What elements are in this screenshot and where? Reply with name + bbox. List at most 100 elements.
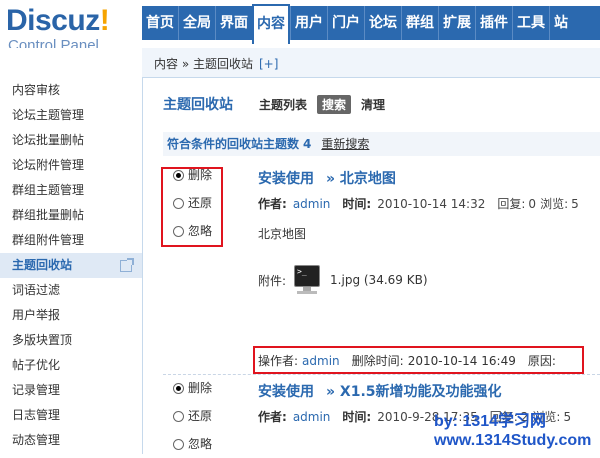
sidebar-item-threads[interactable]: 论坛主题管理 [0, 103, 142, 128]
sidebar-item-label: 内容审核 [12, 83, 61, 97]
sidebar-item-label: 主题回收站 [12, 258, 73, 272]
author-link[interactable]: admin [293, 410, 331, 424]
post-subject-link[interactable]: » X1.5新增功能及功能强化 [326, 384, 502, 400]
radio-dot [173, 438, 184, 450]
radio-label: 还原 [188, 196, 213, 210]
time-label: 时间: [342, 197, 372, 211]
view-label: 浏览: [540, 197, 569, 211]
nav-portal[interactable]: 门户 [327, 6, 364, 40]
reply-count: 0 [528, 197, 537, 211]
sidebar-item-optimize[interactable]: 帖子优化 [0, 353, 142, 378]
breadcrumb-bar: 内容 » 主题回收站 [+] [142, 48, 600, 78]
author-label: 作者: [258, 410, 287, 424]
operator-link[interactable]: admin [302, 354, 340, 368]
add-shortcut-button[interactable]: [+] [259, 57, 278, 71]
nav-tools[interactable]: 工具 [512, 6, 549, 40]
page-title: 主题回收站 [163, 97, 233, 113]
result-count-bar: 符合条件的回收站主题数 4 重新搜索 [163, 132, 600, 156]
sidebar-item-group-attach[interactable]: 群组附件管理 [0, 228, 142, 253]
author-link[interactable]: admin [293, 197, 331, 211]
sidebar-item-label: 论坛主题管理 [12, 108, 85, 122]
nav-plugin[interactable]: 插件 [475, 6, 512, 40]
radio-restore[interactable]: 还原 [173, 402, 212, 430]
nav-user[interactable]: 用户 [290, 6, 327, 40]
post-meta: 作者: admin 时间: 2010-10-14 14:32 回复: 0 浏览: 5 [258, 195, 579, 212]
post-title: 安装使用 » X1.5新增功能及功能强化 [258, 381, 502, 401]
nav-style[interactable]: 界面 [215, 6, 252, 40]
sidebar-item-label: 动态管理 [12, 433, 61, 447]
sidebar-item-group-threads[interactable]: 群组主题管理 [0, 178, 142, 203]
attachment-file[interactable]: 1.jpg (34.69 KB) [330, 273, 427, 287]
nav-content[interactable]: 内容 [252, 4, 290, 44]
attachment: 附件: >_ 1.jpg (34.69 KB) [258, 265, 428, 295]
reset-search-link[interactable]: 重新搜索 [321, 137, 369, 151]
post2-actions: 删除 还原 忽略 [173, 374, 212, 458]
tab-search[interactable]: 搜索 [317, 94, 352, 114]
top-nav: 首页 全局 界面 内容 用户 门户 论坛 群组 扩展 插件 工具 站 [142, 4, 600, 44]
sidebar-item-censor[interactable]: 词语过滤 [0, 278, 142, 303]
radio-dot [173, 382, 184, 394]
sidebar-item-label: 词语过滤 [12, 283, 61, 297]
sidebar-item-label: 日志管理 [12, 408, 61, 422]
nav-forum[interactable]: 论坛 [364, 6, 401, 40]
post-title: 安装使用 » 北京地图 [258, 168, 396, 188]
watermark-line2: www.1314Study.com [434, 432, 592, 449]
tab-clear[interactable]: 清理 [361, 96, 385, 113]
sidebar-item-group-prune[interactable]: 群组批量删帖 [0, 203, 142, 228]
sidebar-item-logs[interactable]: 记录管理 [0, 378, 142, 403]
delete-time-label: 删除时间: [351, 354, 404, 368]
sidebar-item-recyclebin[interactable]: 主题回收站 [0, 253, 142, 278]
breadcrumb: 内容 » 主题回收站 [+] [154, 55, 278, 72]
radio-dot [173, 169, 184, 181]
nav-global[interactable]: 全局 [178, 6, 215, 40]
radio-delete[interactable]: 删除 [173, 161, 212, 189]
breadcrumb-path: 内容 » 主题回收站 [154, 57, 253, 71]
delete-info: 操作者: admin 删除时间: 2010-10-14 16:49 原因: [258, 352, 556, 369]
sidebar: 内容审核 论坛主题管理 论坛批量删帖 论坛附件管理 群组主题管理 群组批量删帖 … [0, 78, 143, 454]
result-count-label: 符合条件的回收站主题数 [167, 137, 300, 151]
sidebar-item-label: 群组主题管理 [12, 183, 85, 197]
nav-home[interactable]: 首页 [142, 6, 178, 40]
logo-bang: ! [99, 4, 110, 37]
operator-label: 操作者: [258, 354, 299, 368]
sidebar-item-stick[interactable]: 多版块置顶 [0, 328, 142, 353]
nav-extend[interactable]: 扩展 [438, 6, 475, 40]
radio-label: 删除 [188, 168, 213, 182]
radio-label: 删除 [188, 381, 213, 395]
view-count: 5 [571, 197, 579, 211]
radio-ignore[interactable]: 忽略 [173, 217, 212, 245]
attachment-label: 附件: [258, 273, 287, 288]
reply-label: 回复: [497, 197, 526, 211]
logo[interactable]: Discuz! Control Panel [6, 4, 110, 54]
post1-actions: 删除 还原 忽略 [173, 161, 212, 245]
nav-site[interactable]: 站 [549, 6, 572, 40]
radio-restore[interactable]: 还原 [173, 189, 212, 217]
sidebar-item-prune[interactable]: 论坛批量删帖 [0, 128, 142, 153]
sidebar-item-feed[interactable]: 动态管理 [0, 428, 142, 453]
author-label: 作者: [258, 197, 287, 211]
post-forum-link[interactable]: 安装使用 [258, 384, 314, 400]
post-body: 北京地图 [258, 227, 307, 241]
radio-delete[interactable]: 删除 [173, 374, 212, 402]
reason-label: 原因: [527, 354, 556, 368]
sidebar-item-label: 记录管理 [12, 383, 61, 397]
sidebar-item-moderate[interactable]: 内容审核 [0, 78, 142, 103]
radio-label: 忽略 [188, 224, 213, 238]
terminal-file-icon[interactable]: >_ [294, 265, 321, 295]
sidebar-item-report[interactable]: 用户举报 [0, 303, 142, 328]
sidebar-item-label: 群组附件管理 [12, 233, 85, 247]
tab-thread-list[interactable]: 主题列表 [259, 96, 307, 113]
radio-dot [173, 197, 184, 209]
post-subject-link[interactable]: » 北京地图 [326, 171, 396, 187]
radio-dot [173, 410, 184, 422]
sidebar-item-label: 群组批量删帖 [12, 208, 85, 222]
tab-bar: 主题回收站 主题列表 搜索 清理 [163, 94, 395, 114]
delete-time: 2010-10-14 16:49 [407, 354, 516, 368]
sidebar-item-attach[interactable]: 论坛附件管理 [0, 153, 142, 178]
post-forum-link[interactable]: 安装使用 [258, 171, 314, 187]
sidebar-item-label: 论坛批量删帖 [12, 133, 85, 147]
nav-group[interactable]: 群组 [401, 6, 438, 40]
sidebar-item-blog[interactable]: 日志管理 [0, 403, 142, 428]
sidebar-item-label: 多版块置顶 [12, 333, 73, 347]
open-external-icon[interactable] [120, 258, 134, 272]
